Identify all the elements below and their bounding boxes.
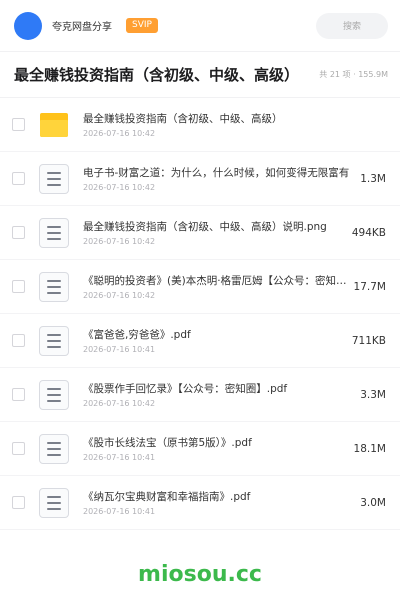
item-count: 共 21 项 · 155.9M	[319, 70, 388, 79]
document-icon	[39, 325, 69, 356]
file-size: 711KB	[351, 334, 386, 347]
list-item[interactable]: 《纳瓦尔宝典财富和幸福指南》.pdf 2026-07-16 10:41 3.0M	[0, 476, 400, 530]
select-checkbox[interactable]	[12, 172, 25, 185]
select-checkbox[interactable]	[12, 226, 25, 239]
svip-badge: SVIP	[126, 18, 158, 33]
document-icon	[39, 487, 69, 518]
file-size: 17.7M	[353, 280, 386, 293]
file-size: 1.3M	[360, 172, 386, 185]
select-checkbox[interactable]	[12, 334, 25, 347]
select-checkbox[interactable]	[12, 388, 25, 401]
file-name: 《富爸爸,穷爸爸》.pdf	[83, 329, 191, 341]
document-icon	[39, 433, 69, 464]
select-checkbox[interactable]	[12, 118, 25, 131]
list-item[interactable]: 《聪明的投资者》(美)本杰明·格雷厄姆【公众号：密知圈】 2026-07-16 …	[0, 260, 400, 314]
file-date: 2026-07-16 10:42	[83, 237, 156, 246]
file-size: 18.1M	[353, 442, 386, 455]
file-size: 494KB	[351, 226, 386, 239]
file-name: 《股市长线法宝（原书第5版）》.pdf	[83, 437, 252, 449]
file-name: 《纳瓦尔宝典财富和幸福指南》.pdf	[83, 491, 251, 503]
file-date: 2026-07-16 10:42	[83, 129, 156, 138]
file-size: 3.0M	[360, 496, 386, 509]
watermark-text: miosou.cc	[138, 562, 262, 587]
document-icon	[39, 379, 69, 410]
file-date: 2026-07-16 10:42	[83, 183, 156, 192]
file-list: 最全赚钱投资指南（含初级、中级、高级） 2026-07-16 10:42 电子书…	[0, 98, 400, 530]
search-button[interactable]: 搜索	[316, 12, 388, 39]
file-date: 2026-07-16 10:41	[83, 345, 156, 354]
document-icon	[39, 271, 69, 302]
file-name: 《股票作手回忆录》【公众号：密知圈】.pdf	[83, 383, 288, 395]
list-item[interactable]: 《股市长线法宝（原书第5版）》.pdf 2026-07-16 10:41 18.…	[0, 422, 400, 476]
page-title: 最全赚钱投资指南（含初级、中级、高级）	[14, 66, 300, 84]
select-checkbox[interactable]	[12, 280, 25, 293]
document-icon	[39, 217, 69, 248]
file-name: 最全赚钱投资指南（含初级、中级、高级）	[83, 113, 283, 125]
select-checkbox[interactable]	[12, 442, 25, 455]
list-item[interactable]: 最全赚钱投资指南（含初级、中级、高级） 2026-07-16 10:42	[0, 98, 400, 152]
top-bar: 夸克网盘分享 SVIP 搜索	[0, 0, 400, 52]
file-date: 2026-07-16 10:41	[83, 507, 156, 516]
file-name: 《聪明的投资者》(美)本杰明·格雷厄姆【公众号：密知圈】	[83, 275, 348, 287]
list-item[interactable]: 电子书-财富之道：为什么，什么时候，如何变得无限富有 2026-07-16 10…	[0, 152, 400, 206]
list-item[interactable]: 最全赚钱投资指南（含初级、中级、高级）说明.png 2026-07-16 10:…	[0, 206, 400, 260]
list-item[interactable]: 《富爸爸,穷爸爸》.pdf 2026-07-16 10:41 711KB	[0, 314, 400, 368]
file-name: 电子书-财富之道：为什么，什么时候，如何变得无限富有	[83, 167, 350, 179]
search-placeholder: 搜索	[342, 22, 361, 32]
file-date: 2026-07-16 10:41	[83, 453, 156, 462]
avatar[interactable]	[14, 11, 42, 40]
file-size: 3.3M	[360, 388, 386, 401]
file-name: 最全赚钱投资指南（含初级、中级、高级）说明.png	[83, 221, 327, 233]
folder-header: 最全赚钱投资指南（含初级、中级、高级） 共 21 项 · 155.9M	[0, 52, 400, 98]
file-date: 2026-07-16 10:42	[83, 291, 156, 300]
brand-name: 夸克网盘分享	[52, 22, 112, 33]
select-checkbox[interactable]	[12, 496, 25, 509]
file-date: 2026-07-16 10:42	[83, 399, 156, 408]
list-item[interactable]: 《股票作手回忆录》【公众号：密知圈】.pdf 2026-07-16 10:42 …	[0, 368, 400, 422]
document-icon	[39, 163, 69, 194]
folder-icon	[39, 110, 69, 140]
